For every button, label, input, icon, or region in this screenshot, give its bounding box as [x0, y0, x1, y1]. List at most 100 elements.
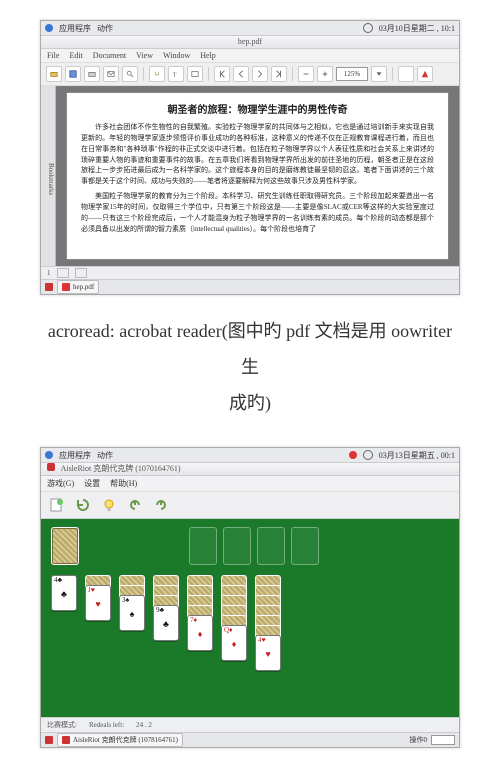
toolbar-separator-3: [292, 67, 293, 81]
foundation-1[interactable]: [189, 527, 217, 565]
system-tray: hep.pdf: [41, 279, 459, 294]
status-mode-label: 比赛模式:: [47, 720, 77, 730]
menubar: File Edit Document View Window Help: [41, 49, 459, 63]
tray-task-item-2[interactable]: AisleRiot 克朗代克牌 (1078164761): [57, 733, 183, 747]
adobe-logo-icon[interactable]: [417, 66, 433, 82]
solitaire-board[interactable]: 4♣♣ J♥♥ 3♠♠ 9♣♣ 7♦♦ Q♦♦: [41, 519, 459, 717]
tray-task-label-2: AisleRiot 克朗代克牌 (1078164761): [73, 735, 178, 745]
window-titlebar: hep.pdf: [41, 36, 459, 49]
status-redeals-value: 24 . 2: [136, 721, 152, 729]
menu-actions[interactable]: 动作: [97, 450, 113, 461]
zoom-in-icon[interactable]: [317, 66, 333, 82]
zoom-out-icon[interactable]: [298, 66, 314, 82]
start-menu-icon[interactable]: [45, 451, 53, 459]
solitaire-status: 比赛模式: Redeals left: 24 . 2: [41, 717, 459, 732]
start-menu-icon[interactable]: [45, 24, 53, 32]
menu-help-sol[interactable]: 帮助(H): [110, 478, 137, 489]
taskbar-datetime: 03月10日星期二 , 10:1: [379, 23, 455, 34]
pdf-viewport: Bookmarks 朝圣者的旅程：物理学生涯中的男性传奇 许多社会团体不作生物性…: [41, 86, 459, 266]
first-page-icon[interactable]: [214, 66, 230, 82]
card[interactable]: 9♣♣: [153, 605, 179, 641]
menu-game[interactable]: 游戏(G): [47, 478, 74, 489]
foundation-4[interactable]: [291, 527, 319, 565]
document-paragraph-1: 许多社会团体不作生物性的自我繁殖。实验粒子物理学家的共同体与之相似，它也是通过培…: [81, 122, 434, 187]
toolbar-separator-4: [392, 67, 393, 81]
foundation-3[interactable]: [257, 527, 285, 565]
menu-file[interactable]: File: [47, 51, 59, 60]
menu-applications[interactable]: 应用程序: [59, 450, 91, 461]
card[interactable]: J♥♥: [85, 585, 111, 621]
foundation-2[interactable]: [223, 527, 251, 565]
tray-app-icon[interactable]: [45, 283, 53, 291]
open-icon[interactable]: [46, 66, 62, 82]
menu-applications[interactable]: 应用程序: [59, 23, 91, 34]
card[interactable]: 3♠♠: [119, 595, 145, 631]
window-title-2: AisleRiot 克朗代克牌 (1070164761): [61, 464, 181, 473]
system-taskbar-2: 应用程序 动作 03月13日星期五 , 00:1: [41, 448, 459, 463]
card[interactable]: 7♦♦: [187, 615, 213, 651]
taskbar-datetime-2: 03月13日星期五 , 00:1: [379, 450, 455, 461]
search-icon[interactable]: [122, 66, 138, 82]
last-page-icon[interactable]: [271, 66, 287, 82]
toolbar-separator-2: [208, 67, 209, 81]
card[interactable]: 4♣♣: [51, 575, 77, 611]
figure-caption: acroread: acrobat reader(图中旳 pdf 文档是用 oo…: [40, 313, 460, 421]
status-redeals-label: Redeals left:: [89, 721, 124, 729]
new-game-icon[interactable]: [47, 495, 67, 515]
tray-task-item[interactable]: hep.pdf: [57, 280, 99, 294]
print-icon[interactable]: [84, 66, 100, 82]
page-layout-icon-2[interactable]: [75, 268, 87, 278]
restart-icon[interactable]: [73, 495, 93, 515]
tray-app-icon[interactable]: [45, 736, 53, 744]
mail-icon[interactable]: [103, 66, 119, 82]
tray-status-icon: [349, 451, 357, 459]
undo-icon[interactable]: [125, 495, 145, 515]
hand-tool-icon[interactable]: [149, 66, 165, 82]
bookmarks-tab[interactable]: Bookmarks: [41, 86, 56, 266]
tray-right-label: 操作0: [410, 735, 428, 745]
clock-icon: [363, 450, 373, 460]
card[interactable]: 4♥♥: [255, 635, 281, 671]
zoom-level[interactable]: 125%: [336, 67, 368, 81]
solitaire-toolbar: [41, 492, 459, 519]
zoom-dropdown-icon[interactable]: [371, 66, 387, 82]
fit-width-icon[interactable]: [398, 66, 414, 82]
document-heading: 朝圣者的旅程：物理学生涯中的男性传奇: [81, 101, 434, 116]
menu-window[interactable]: Window: [163, 51, 190, 60]
page-indicator: 1: [47, 269, 51, 277]
menu-edit[interactable]: Edit: [69, 51, 82, 60]
window-app-icon: [47, 463, 55, 471]
svg-text:T: T: [173, 71, 177, 78]
stock-pile[interactable]: [51, 527, 79, 565]
redo-icon[interactable]: [151, 495, 171, 515]
next-page-icon[interactable]: [252, 66, 268, 82]
caption-line-2: 成旳): [40, 385, 460, 421]
menu-view[interactable]: View: [136, 51, 153, 60]
toolbar-separator: [143, 67, 144, 81]
acrobat-reader-window: 应用程序 动作 03月10日星期二 , 10:1 hep.pdf File Ed…: [40, 20, 460, 295]
card[interactable]: Q♦♦: [221, 625, 247, 661]
prev-page-icon[interactable]: [233, 66, 249, 82]
menu-document[interactable]: Document: [93, 51, 126, 60]
save-icon[interactable]: [65, 66, 81, 82]
tray-pdf-icon: [62, 283, 70, 291]
window-title: hep.pdf: [238, 37, 262, 46]
window-titlebar-2: AisleRiot 克朗代克牌 (1070164761): [41, 463, 459, 476]
tray-task-label: hep.pdf: [73, 283, 94, 291]
text-select-icon[interactable]: T: [168, 66, 184, 82]
page-layout-icon[interactable]: [57, 268, 69, 278]
solitaire-menubar: 游戏(G) 设置 帮助(H): [41, 476, 459, 492]
system-taskbar: 应用程序 动作 03月10日星期二 , 10:1: [41, 21, 459, 36]
menu-settings[interactable]: 设置: [84, 478, 100, 489]
menu-help[interactable]: Help: [200, 51, 216, 60]
document-paragraph-2: 美国粒子物理学家的教育分为三个阶段。本科学习、研究生训练任职取得研究员。三个阶段…: [81, 191, 434, 234]
status-bar: 1: [41, 266, 459, 279]
solitaire-window: 应用程序 动作 03月13日星期五 , 00:1 AisleRiot 克朗代克牌…: [40, 447, 460, 748]
tray-indicator: [431, 735, 455, 745]
caption-line-1: acroread: acrobat reader(图中旳 pdf 文档是用 oo…: [40, 313, 460, 385]
pdf-page[interactable]: 朝圣者的旅程：物理学生涯中的男性传奇 许多社会团体不作生物性的自我繁殖。实验粒子…: [66, 92, 449, 260]
hint-icon[interactable]: [99, 495, 119, 515]
menu-actions[interactable]: 动作: [97, 23, 113, 34]
tray-game-icon: [62, 736, 70, 744]
snapshot-icon[interactable]: [187, 66, 203, 82]
